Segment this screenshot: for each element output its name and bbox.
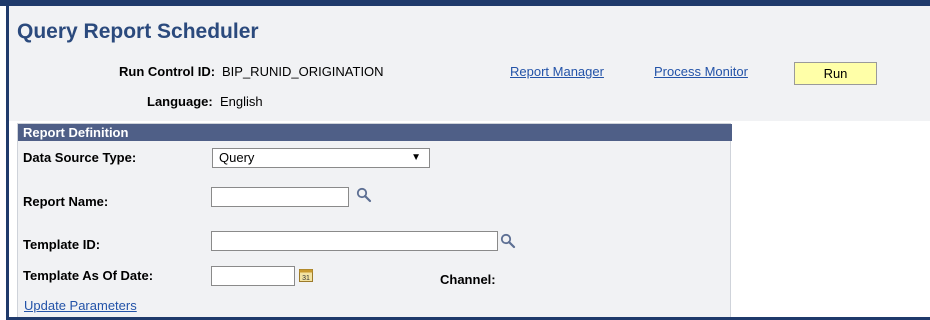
report-manager-link[interactable]: Report Manager [510,64,604,79]
template-as-of-date-input[interactable] [211,266,295,286]
data-source-type-value: Query [219,150,255,165]
svg-text:31: 31 [302,275,310,282]
language-value: English [220,94,263,109]
template-id-input[interactable] [211,231,498,251]
language-label: Language: [147,94,213,109]
calendar-icon[interactable]: 31 [299,268,313,285]
process-monitor-link[interactable]: Process Monitor [654,64,748,79]
section-header: Report Definition [18,124,732,141]
page-title: Query Report Scheduler [17,20,259,43]
channel-label: Channel: [440,272,496,287]
report-name-label: Report Name: [23,194,109,209]
template-as-of-date-label: Template As Of Date: [23,268,154,283]
magnifier-icon[interactable] [500,233,516,252]
run-button[interactable]: Run [794,62,877,85]
template-id-label: Template ID: [23,237,101,252]
update-parameters-link[interactable]: Update Parameters [24,298,137,313]
data-source-type-select[interactable]: Query ▼ [212,148,430,168]
run-control-label: Run Control ID: [119,64,216,79]
magnifier-icon[interactable] [356,187,372,206]
report-name-input[interactable] [211,187,349,207]
data-source-type-label: Data Source Type: [23,150,137,165]
run-control-value: BIP_RUNID_ORIGINATION [222,64,384,79]
dropdown-arrow-icon: ▼ [411,152,421,163]
